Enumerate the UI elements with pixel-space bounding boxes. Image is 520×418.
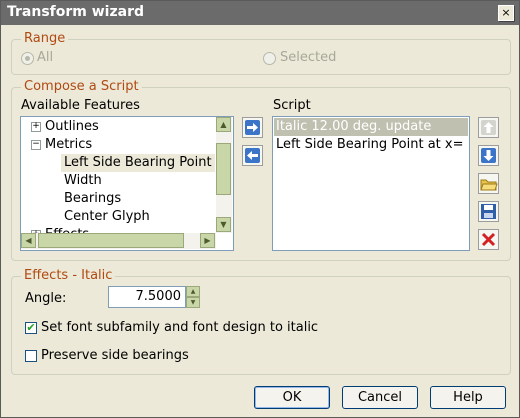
scroll-left-icon[interactable]: ◀ [21, 233, 36, 248]
save-disk-icon [481, 204, 496, 219]
remove-from-script-button[interactable] [242, 145, 263, 166]
help-button[interactable]: Help [430, 386, 506, 409]
tree-item-left-side-bearing-point[interactable]: Left Side Bearing Point [61, 154, 215, 172]
add-to-script-button[interactable] [242, 117, 263, 138]
tree-item-label: Center Glyph [64, 209, 150, 224]
range-legend: Range [21, 31, 69, 46]
script-item-label: Left Side Bearing Point at x= [276, 137, 464, 152]
tree-item-label: Bearings [64, 191, 122, 206]
angle-input[interactable]: 7.5000 [108, 286, 186, 308]
effects-legend: Effects - Italic [21, 268, 116, 283]
preserve-bearings-label: Preserve side bearings [41, 348, 189, 363]
script-item-label: Italic 12.00 deg. update [276, 119, 432, 134]
hscroll-thumb[interactable] [38, 233, 184, 248]
open-script-button[interactable] [478, 173, 499, 194]
vscroll-thumb[interactable] [216, 143, 231, 195]
expand-icon[interactable]: + [31, 122, 41, 132]
delete-script-button[interactable] [478, 229, 499, 250]
scroll-down-icon[interactable]: ▼ [216, 217, 231, 232]
move-down-button[interactable] [478, 145, 499, 166]
tree-item-label: Outlines [45, 119, 99, 134]
title-bar[interactable]: Transform wizard × [1, 1, 519, 25]
arrow-left-icon [245, 148, 260, 163]
preserve-bearings-checkbox[interactable] [25, 350, 37, 362]
angle-label: Angle: [25, 291, 67, 306]
set-italic-checkbox[interactable]: ✔ [25, 322, 37, 334]
tree-item-label: Metrics [45, 137, 93, 152]
script-item-italic[interactable]: Italic 12.00 deg. update [274, 118, 468, 136]
save-script-button[interactable] [478, 201, 499, 222]
window-title: Transform wizard [7, 4, 144, 20]
range-group [11, 39, 511, 75]
cancel-button[interactable]: Cancel [342, 386, 418, 409]
spin-down-icon[interactable]: ▼ [186, 297, 200, 308]
transform-wizard-window: Transform wizard × Range All Selected Co… [0, 0, 520, 418]
arrow-right-icon [245, 120, 260, 135]
move-down-icon [481, 148, 496, 163]
spin-up-icon[interactable]: ▲ [186, 286, 200, 297]
range-selected-radio[interactable] [263, 52, 276, 65]
collapse-icon[interactable]: − [31, 140, 41, 150]
set-italic-label: Set font subfamily and font design to it… [41, 320, 319, 335]
features-hscrollbar[interactable]: ◀ ▶ [21, 233, 216, 249]
features-vscrollbar[interactable]: ▲ ▼ [216, 117, 232, 233]
compose-legend: Compose a Script [21, 79, 142, 94]
tree-item-label: Left Side Bearing Point [64, 155, 212, 170]
delete-x-icon [481, 232, 496, 247]
close-button[interactable]: × [498, 5, 514, 21]
features-tree[interactable]: + Outlines − Metrics Left Side Bearing P… [20, 116, 234, 251]
scroll-right-icon[interactable]: ▶ [200, 233, 215, 248]
move-up-button[interactable] [478, 117, 499, 138]
open-folder-icon [480, 179, 498, 191]
script-list[interactable]: Italic 12.00 deg. update Left Side Beari… [272, 116, 470, 251]
scroll-up-icon[interactable]: ▲ [216, 117, 231, 132]
available-features-label: Available Features [21, 98, 140, 113]
tree-item-label: Width [64, 173, 102, 188]
move-up-icon [481, 120, 496, 135]
ok-button[interactable]: OK [254, 386, 330, 409]
range-all-label: All [37, 50, 54, 65]
script-label: Script [273, 98, 311, 113]
range-selected-label: Selected [280, 50, 337, 65]
range-all-radio[interactable] [21, 52, 34, 65]
